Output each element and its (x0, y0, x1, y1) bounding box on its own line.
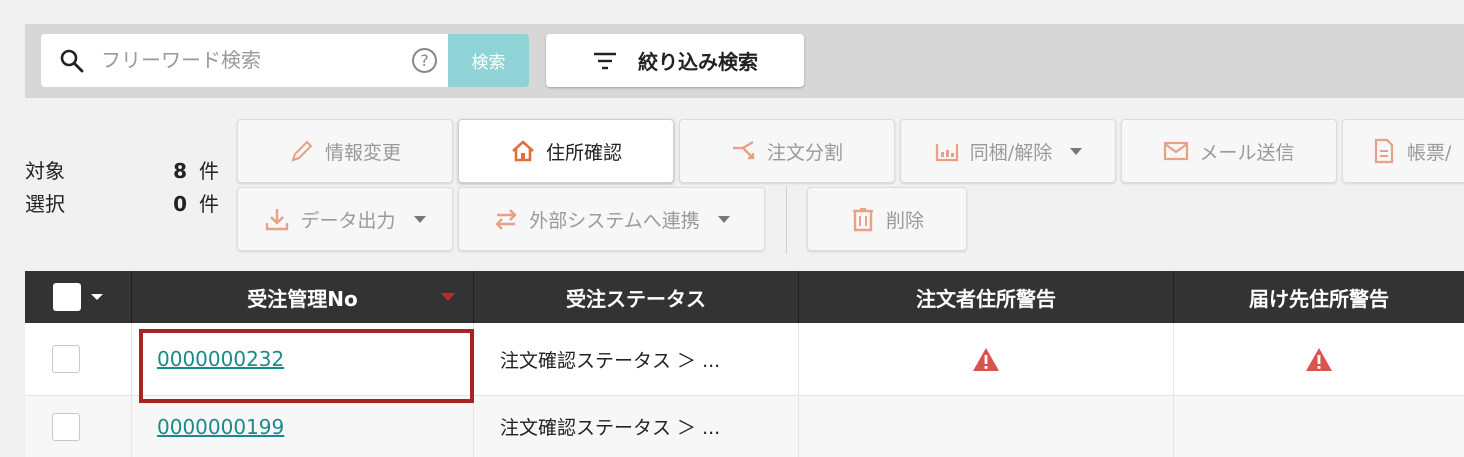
table-row: 0000000199 注文確認ステータス ＞ ... (25, 396, 1464, 457)
help-icon[interactable]: ? (411, 47, 438, 74)
warning-icon (1306, 347, 1332, 371)
edit-info-button[interactable]: 情報変更 (237, 119, 453, 183)
selected-count: 選択 0 件 (25, 188, 220, 221)
row-select-cell (25, 323, 132, 395)
send-mail-button[interactable]: メール送信 (1121, 119, 1337, 183)
selected-count-label: 選択 (25, 192, 65, 216)
recipient-warning-cell (1174, 323, 1464, 395)
target-count-value: 8 (173, 159, 187, 183)
home-icon (512, 140, 534, 162)
selection-counts: 対象 8 件 選択 0 件 (25, 155, 220, 221)
forms-label: 帳票/ (1407, 141, 1452, 164)
bundle-dropdown-button[interactable]: 同梱/解除 (900, 119, 1116, 183)
column-header-label: 受注ステータス (566, 286, 706, 311)
warning-icon (973, 347, 999, 371)
split-icon (732, 140, 755, 160)
svg-text:?: ? (420, 51, 429, 70)
bundle-label: 同梱/解除 (969, 141, 1053, 164)
status-text: 注文確認ステータス ＞ ... (500, 417, 721, 439)
chevron-down-icon (413, 215, 426, 223)
external-link-label: 外部システムへ連携 (529, 209, 700, 232)
download-icon (266, 209, 289, 231)
delete-button[interactable]: 削除 (807, 187, 967, 251)
search-button[interactable]: 検索 (448, 34, 529, 87)
column-header-label: 注文者住所警告 (916, 286, 1056, 311)
highlight-box (139, 329, 474, 403)
filter-icon (594, 52, 616, 69)
target-count-unit: 件 (199, 159, 219, 183)
address-check-button[interactable]: 住所確認 (458, 119, 674, 183)
column-header-label: 受注管理No (247, 286, 358, 311)
split-order-label: 注文分割 (766, 141, 843, 164)
status-text: 注文確認ステータス ＞ ... (500, 349, 721, 372)
target-count: 対象 8 件 (25, 155, 220, 188)
document-icon (1374, 138, 1394, 164)
forms-button[interactable]: 帳票/ (1342, 119, 1464, 183)
column-header-recipient-warning[interactable]: 届け先住所警告 (1174, 271, 1464, 323)
export-dropdown-button[interactable]: データ出力 (237, 187, 453, 251)
row-checkbox[interactable] (52, 345, 80, 373)
search-input[interactable] (101, 43, 401, 77)
selected-count-value: 0 (173, 192, 187, 216)
export-label: データ出力 (300, 209, 396, 232)
order-no-link[interactable]: 0000000199 (157, 415, 284, 439)
orderer-warning-cell (799, 396, 1174, 457)
status-cell: 注文確認ステータス ＞ ... (474, 323, 799, 395)
transfer-icon (495, 209, 517, 230)
delete-label: 削除 (885, 209, 924, 232)
search-bar: ? 検索 絞り込み検索 (25, 24, 1464, 98)
column-header-status[interactable]: 受注ステータス (474, 271, 799, 323)
search-icon (60, 49, 84, 73)
trash-icon (852, 208, 873, 232)
edit-info-label: 情報変更 (324, 141, 401, 164)
pencil-icon (291, 140, 313, 162)
chevron-down-icon (717, 215, 730, 223)
status-cell: 注文確認ステータス ＞ ... (474, 396, 799, 457)
address-check-label: 住所確認 (545, 141, 622, 164)
external-link-dropdown-button[interactable]: 外部システムへ連携 (458, 187, 765, 251)
chevron-down-icon (1070, 147, 1083, 155)
bundle-icon (935, 144, 958, 162)
send-mail-label: メール送信 (1199, 141, 1295, 164)
table-header: 受注管理No 受注ステータス 注文者住所警告 届け先住所警告 (25, 271, 1464, 323)
search-box: ? (41, 34, 448, 87)
chevron-down-icon[interactable] (91, 294, 103, 300)
row-select-cell (25, 396, 132, 457)
select-all-checkbox[interactable] (53, 283, 81, 311)
split-order-button[interactable]: 注文分割 (679, 119, 895, 183)
selected-count-unit: 件 (199, 192, 219, 216)
orderer-warning-cell (799, 323, 1174, 395)
filter-search-label: 絞り込み検索 (638, 50, 758, 74)
row-checkbox[interactable] (52, 412, 80, 441)
sort-desc-icon[interactable] (441, 293, 455, 301)
target-count-label: 対象 (25, 159, 65, 183)
filter-search-button[interactable]: 絞り込み検索 (546, 34, 804, 87)
toolbar-divider (786, 186, 787, 254)
column-header-order-no[interactable]: 受注管理No (132, 271, 474, 323)
mail-icon (1164, 141, 1189, 161)
recipient-warning-cell (1174, 396, 1464, 457)
column-header-label: 届け先住所警告 (1249, 286, 1389, 311)
column-header-orderer-warning[interactable]: 注文者住所警告 (799, 271, 1174, 323)
select-all-column (25, 271, 132, 323)
order-no-cell: 0000000199 (132, 396, 474, 457)
